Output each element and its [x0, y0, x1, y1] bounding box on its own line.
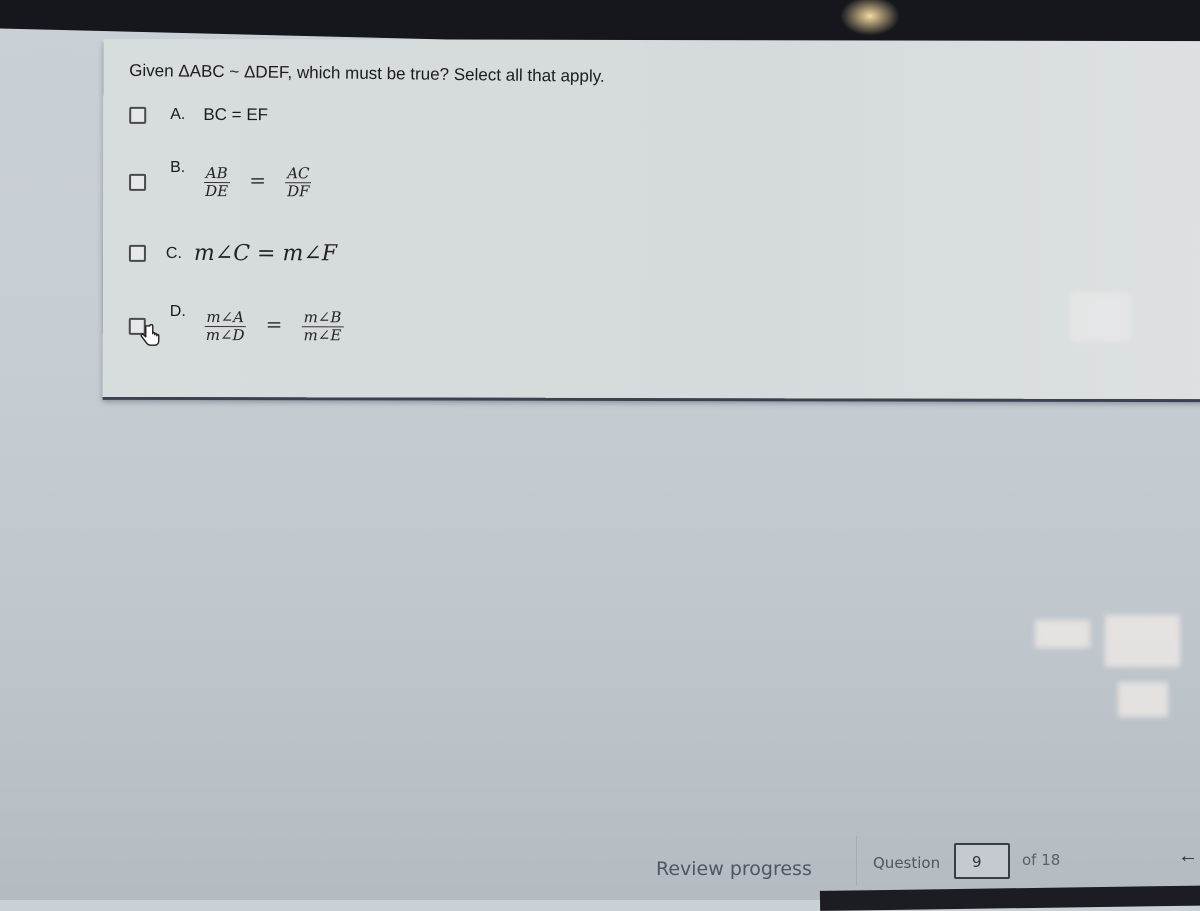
question-card: Given ΔABC ~ ΔDEF, which must be true? S… — [102, 38, 1200, 400]
footer-divider — [856, 836, 857, 886]
question-total: of 18 — [1022, 851, 1061, 869]
monitor-bezel-bottom — [819, 885, 1200, 911]
question-label: Question — [873, 854, 941, 872]
option-d[interactable]: D. m∠A m∠D = m∠B m∠E — [128, 303, 344, 346]
reflection-glare — [1035, 620, 1090, 648]
fraction-left: m∠A m∠D — [204, 308, 247, 345]
equals-sign: = — [249, 168, 267, 193]
option-c-expression: m∠C = m∠F — [193, 241, 338, 267]
option-b-checkbox[interactable] — [129, 173, 147, 191]
denominator: m∠D — [205, 326, 245, 345]
numerator: AB — [203, 164, 230, 184]
question-number-input[interactable]: 9 — [954, 843, 1010, 879]
denominator: m∠E — [303, 326, 342, 345]
option-c-letter: C. — [165, 244, 182, 262]
numerator: AC — [285, 164, 312, 184]
option-a[interactable]: A. BC = EF — [129, 105, 268, 125]
fraction-right: m∠B m∠E — [301, 308, 344, 345]
option-d-checkbox[interactable] — [128, 317, 160, 346]
question-prompt: Given ΔABC ~ ΔDEF, which must be true? S… — [129, 60, 605, 86]
reflection-glare — [1070, 292, 1130, 342]
denominator: DE — [205, 182, 229, 201]
option-c-checkbox[interactable] — [128, 244, 146, 262]
denominator: DF — [287, 182, 310, 201]
numerator: m∠A — [204, 308, 247, 328]
option-d-letter: D. — [169, 302, 186, 321]
equals-sign: = — [265, 312, 283, 337]
arrow-left-icon[interactable]: ← — [1178, 845, 1198, 868]
option-b-expression: AB DE = AC DF — [203, 164, 312, 201]
reflection-glare — [1118, 682, 1168, 717]
fraction-right: AC DF — [285, 164, 312, 201]
option-b[interactable]: B. AB DE = AC DF — [129, 159, 312, 201]
option-c[interactable]: C. m∠C = m∠F — [128, 241, 338, 267]
option-b-letter: B. — [170, 158, 186, 176]
option-a-text: BC = EF — [203, 105, 269, 125]
fraction-left: AB DE — [203, 164, 230, 201]
option-a-letter: A. — [170, 105, 186, 123]
hand-pointer-icon — [140, 323, 160, 346]
option-a-checkbox[interactable] — [129, 106, 147, 124]
option-d-expression: m∠A m∠D = m∠B m∠E — [204, 308, 344, 345]
reflection-glare — [1105, 615, 1180, 667]
numerator: m∠B — [301, 308, 344, 328]
review-progress-button[interactable]: Review progress — [656, 858, 812, 880]
